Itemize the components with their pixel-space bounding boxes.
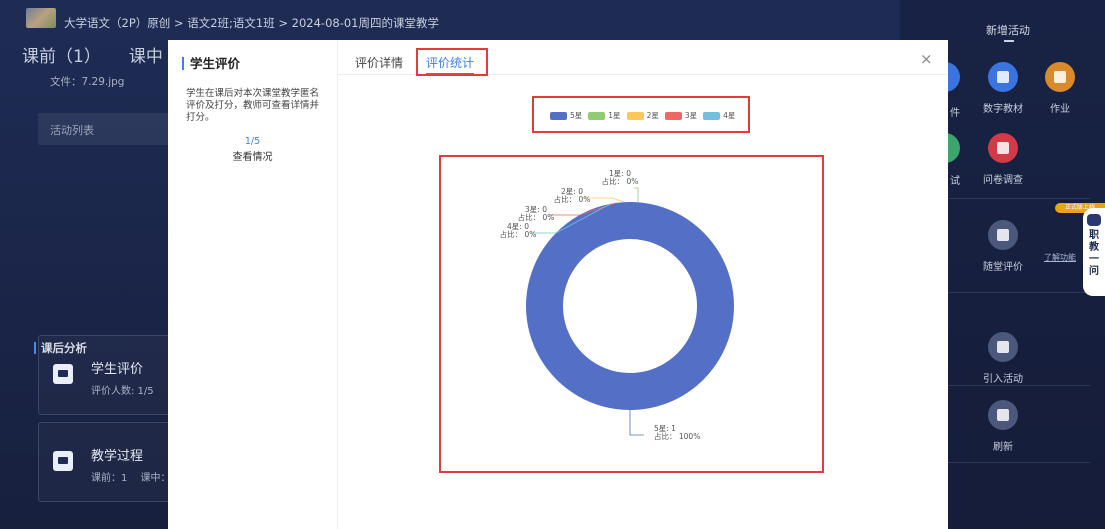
chat-icon	[53, 364, 73, 384]
refresh-icon	[988, 400, 1018, 430]
tool-class-evaluation[interactable]: 随堂评价	[973, 220, 1033, 273]
image-icon	[53, 451, 73, 471]
tool-label: 数字教材	[983, 104, 1023, 115]
divider	[940, 198, 1090, 199]
tool-label: 问卷调查	[983, 175, 1023, 186]
ai-assistant-widget[interactable]: 职教一问	[1083, 208, 1105, 296]
course-thumbnail	[26, 8, 56, 28]
homework-icon	[1045, 62, 1075, 92]
percent-label-5星: 占比： 100%	[654, 431, 700, 441]
card-subtitle: 评价人数: 1/5	[91, 386, 154, 397]
tool-questionnaire[interactable]: 问卷调查	[973, 133, 1033, 186]
breadcrumb[interactable]: 大学语文（2P）原创 > 语文2班;语文1班 > 2024-08-01周四的课堂…	[64, 15, 439, 31]
courseware-label: 件	[950, 108, 960, 119]
tool-import-activity[interactable]: 引入活动	[973, 332, 1033, 385]
tab-before-class[interactable]: 课前（1）	[22, 47, 101, 67]
tool-digital-textbook[interactable]: 数字教材	[973, 62, 1033, 115]
card-title: 教学过程	[91, 449, 144, 464]
percent-label-2星: 占比： 0%	[554, 194, 591, 204]
questionnaire-icon	[988, 133, 1018, 163]
tool-label: 引入活动	[983, 374, 1023, 385]
percent-label-4星: 占比： 0%	[500, 229, 537, 239]
divider	[940, 385, 1090, 386]
label-line-2星	[586, 197, 625, 203]
card-subtitle: 课前：1 课中：	[91, 473, 171, 484]
tool-homework[interactable]: 作业	[1030, 62, 1090, 115]
tool-refresh[interactable]: 刷新	[973, 400, 1033, 453]
robot-icon	[1087, 214, 1101, 226]
evaluation-icon	[988, 220, 1018, 250]
slice-5星[interactable]	[525, 202, 734, 411]
label-line-1星	[634, 187, 639, 202]
learn-more-link[interactable]: 了解功能	[1044, 252, 1076, 263]
percent-label-3星: 占比： 0%	[518, 212, 555, 222]
new-activity-button[interactable]: 新增活动	[986, 22, 1030, 42]
ai-assistant-label: 职教一问	[1089, 230, 1099, 277]
tool-label: 作业	[1050, 104, 1070, 115]
label-line-5星	[629, 410, 644, 436]
import-icon	[988, 332, 1018, 362]
card-title: 学生评价	[91, 362, 144, 377]
file-info[interactable]: 文件：7.29.jpg	[50, 74, 124, 89]
divider	[940, 292, 1090, 293]
tool-label: 随堂评价	[983, 262, 1023, 273]
book-icon	[988, 62, 1018, 92]
donut-chart: 5星: 1占比： 100%1星: 0占比： 0%2星: 0占比： 0%3星: 0…	[500, 169, 734, 441]
tool-label: 刷新	[993, 442, 1013, 453]
evaluation-modal: 学生评价 学生在课后对本次课堂教学匿名评价及打分，教师可查看详情并打分。 1/5…	[168, 40, 948, 529]
divider	[940, 462, 1090, 463]
percent-label-1星: 占比： 0%	[602, 176, 639, 186]
activity-list-label: 活动列表	[50, 124, 94, 137]
exam-label: 试	[950, 176, 960, 187]
